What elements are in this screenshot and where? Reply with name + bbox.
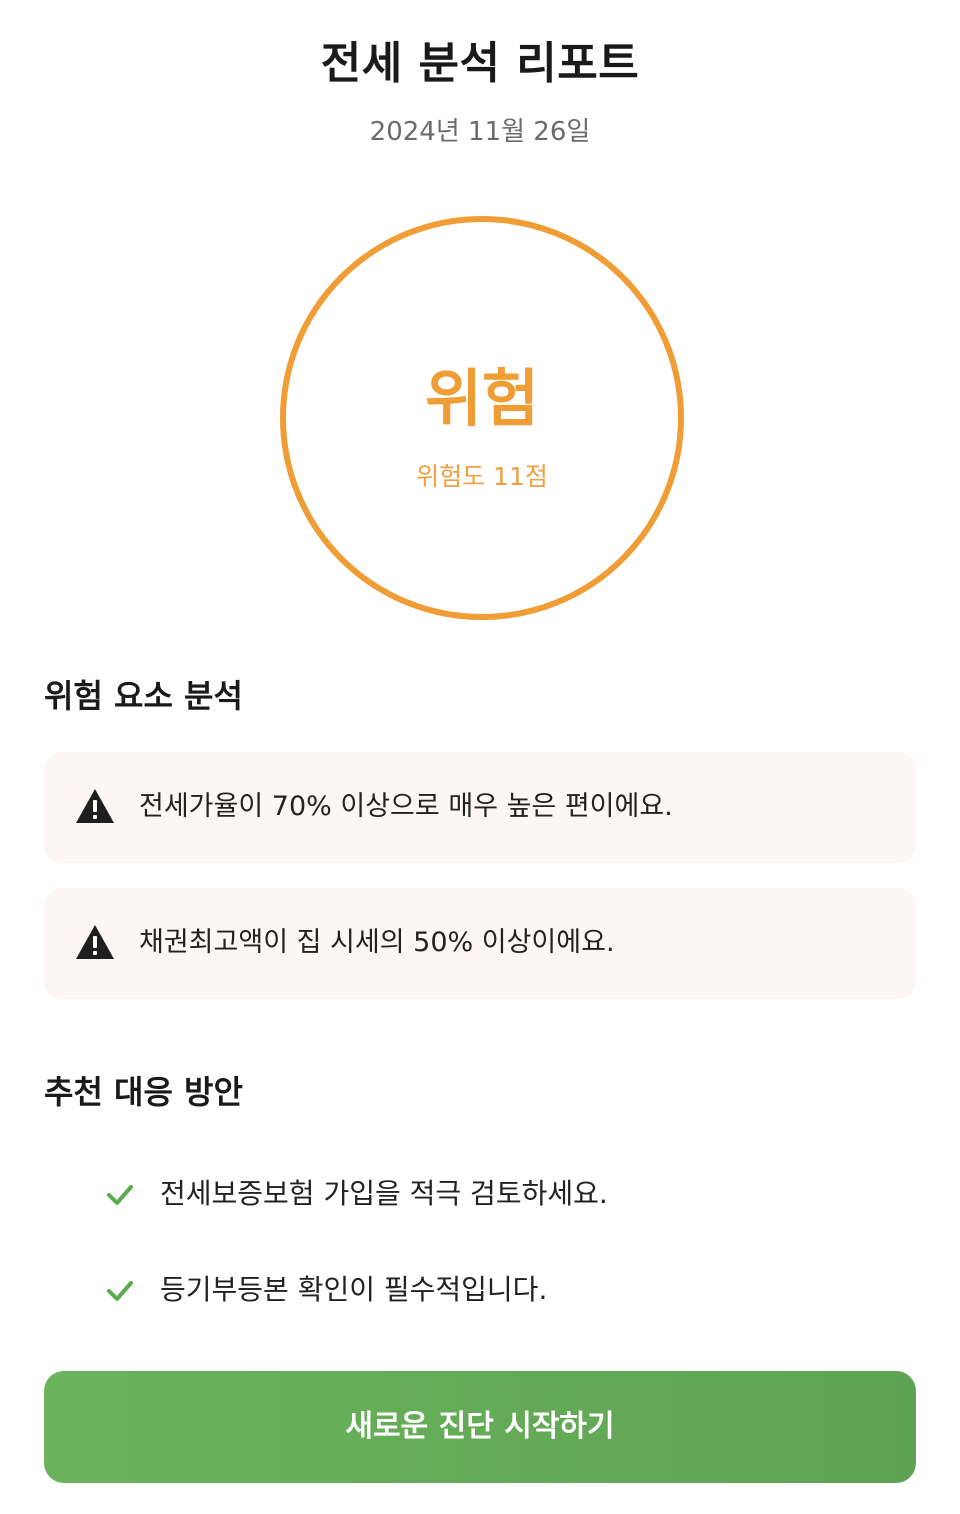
check-icon bbox=[107, 1185, 133, 1205]
check-icon bbox=[107, 1281, 133, 1301]
recommendations-title: 추천 대응 방안 bbox=[44, 1073, 243, 1111]
risk-factor-text: 전세가율이 70% 이상으로 매우 높은 편이에요. bbox=[139, 791, 673, 822]
report-date: 2024년 11월 26일 bbox=[369, 117, 591, 147]
risk-factor-card: 전세가율이 70% 이상으로 매우 높은 편이에요. bbox=[44, 752, 916, 863]
page-title: 전세 분석 리포트 bbox=[320, 38, 640, 89]
recommendation-item: 등기부등본 확인이 필수적입니다. bbox=[104, 1265, 916, 1315]
risk-factor-text: 채권최고액이 집 시세의 50% 이상이에요. bbox=[139, 927, 615, 958]
recommendation-text: 등기부등본 확인이 필수적입니다. bbox=[160, 1273, 548, 1306]
risk-level-label: 위험 bbox=[424, 362, 540, 435]
recommendation-item: 전세보증보험 가입을 적극 검토하세요. bbox=[104, 1169, 916, 1219]
risk-gauge-circle: 위험 위험도 11점 bbox=[280, 216, 684, 620]
risk-factor-card: 채권최고액이 집 시세의 50% 이상이에요. bbox=[44, 888, 916, 999]
start-new-diagnosis-button[interactable]: 새로운 진단 시작하기 bbox=[44, 1371, 916, 1483]
risk-score-label: 위험도 11점 bbox=[416, 462, 548, 491]
warning-icon bbox=[76, 925, 114, 959]
warning-icon bbox=[76, 789, 114, 823]
risk-factors-title: 위험 요소 분석 bbox=[44, 677, 243, 715]
recommendation-text: 전세보증보험 가입을 적극 검토하세요. bbox=[160, 1177, 608, 1210]
